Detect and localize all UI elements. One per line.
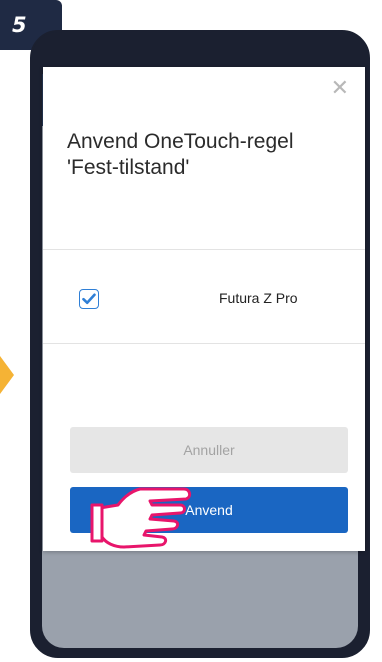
dialog-title: Anvend OneTouch-regel 'Fest-tilstand' [67,130,294,179]
hint-arrow-icon [0,356,14,394]
divider [43,249,365,250]
device-checkbox[interactable] [79,289,99,309]
close-icon[interactable]: ✕ [331,77,349,99]
hand-pointer-icon [90,487,192,549]
device-label: Futura Z Pro [219,290,298,306]
checkmark-icon [82,293,96,305]
tutorial-stage: 5 ✕ Anvend OneTouch-regel 'Fest-tilstand… [0,0,382,662]
device-row[interactable]: Futura Z Pro [43,273,365,329]
step-number: 5 [12,13,27,37]
divider [43,343,365,344]
cancel-button[interactable]: Annuller [70,427,348,473]
